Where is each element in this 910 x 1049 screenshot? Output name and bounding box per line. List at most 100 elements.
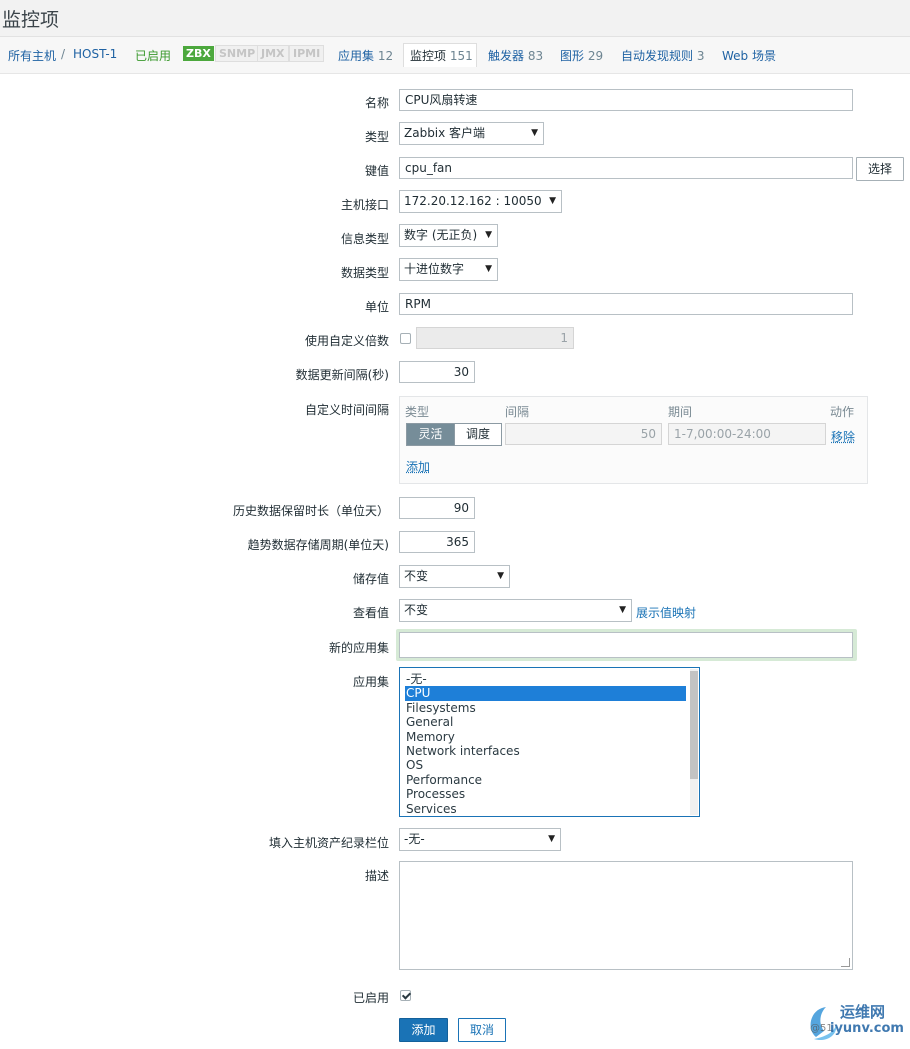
application-option[interactable]: Processes — [405, 787, 686, 802]
applications-label: 应用集 — [352, 675, 389, 689]
info-type-select-value: 数字 (无正负) — [404, 228, 478, 242]
nav-host-link[interactable]: HOST-1 — [73, 47, 117, 61]
interface-select-value: 172.20.12.162 : 10050 — [404, 194, 542, 208]
application-option-selected[interactable]: CPU — [405, 686, 686, 701]
applications-listbox[interactable]: -无- CPU Filesystems General Memory Netwo… — [399, 667, 700, 817]
name-input[interactable]: CPU风扇转速 — [399, 89, 853, 111]
inventory-label: 填入主机资产纪录栏位 — [268, 836, 389, 850]
custom-interval-remove-link[interactable]: 移除 — [831, 428, 855, 445]
nav-discovery-count: 3 — [696, 49, 705, 63]
data-type-select-value: 十进位数字 — [404, 262, 465, 276]
show-value-select[interactable]: 不变 ▼ — [399, 599, 632, 622]
show-value-select-value: 不变 — [404, 603, 429, 617]
watermark-domain: iyunv.com — [830, 1021, 904, 1036]
nav-discovery-label: 自动发现规则 — [621, 49, 694, 63]
show-value-mapping-link[interactable]: 展示值映射 — [636, 604, 696, 621]
nav-all-hosts-link[interactable]: 所有主机 — [8, 47, 56, 64]
type-select[interactable]: Zabbix 客户端 ▼ — [399, 122, 544, 145]
dropdown-arrow-icon: ▼ — [548, 834, 555, 844]
zbx-availability-badge: ZBX — [183, 46, 214, 61]
application-option[interactable]: Memory — [405, 730, 686, 745]
key-input[interactable]: cpu_fan — [399, 157, 853, 179]
custom-interval-delay-input[interactable]: 50 — [505, 423, 662, 445]
show-value-label: 查看值 — [352, 606, 389, 620]
add-button[interactable]: 添加 — [399, 1018, 448, 1042]
interface-select[interactable]: 172.20.12.162 : 10050 ▼ — [399, 190, 562, 213]
inventory-select-value: -无- — [404, 832, 425, 846]
nav-items-count: 151 — [449, 49, 473, 63]
dropdown-arrow-icon: ▼ — [619, 605, 626, 615]
resize-handle-icon[interactable] — [841, 958, 850, 967]
key-select-button[interactable]: 选择 — [856, 157, 904, 181]
store-value-select-value: 不变 — [404, 569, 429, 583]
ipmi-availability-badge: IPMI — [289, 45, 325, 62]
enabled-label: 已启用 — [352, 991, 389, 1005]
dropdown-arrow-icon: ▼ — [485, 264, 492, 274]
units-input[interactable]: RPM — [399, 293, 853, 315]
scheduling-interval-toggle[interactable]: 调度 — [454, 423, 502, 446]
custom-intervals-table: 类型 间隔 期间 动作 灵活 调度 50 1-7,00:00-24:00 移除 … — [399, 396, 868, 484]
application-option[interactable]: -无- — [405, 672, 686, 687]
nav-web-tab[interactable]: Web 场景 — [722, 47, 776, 64]
application-option[interactable]: Performance — [405, 773, 686, 788]
multiplier-input[interactable]: 1 — [416, 327, 574, 349]
key-label: 键值 — [364, 164, 389, 178]
snmp-availability-badge: SNMP — [215, 45, 260, 62]
application-option[interactable]: General — [405, 715, 686, 730]
data-type-label: 数据类型 — [340, 266, 389, 280]
nav-triggers-tab[interactable]: 触发器 83 — [488, 47, 543, 64]
multiplier-checkbox[interactable] — [400, 333, 411, 344]
application-option[interactable]: OS — [405, 758, 686, 773]
data-type-select[interactable]: 十进位数字 ▼ — [399, 258, 498, 281]
nav-discovery-tab[interactable]: 自动发现规则 3 — [621, 47, 704, 64]
custom-interval-add-link[interactable]: 添加 — [406, 458, 430, 475]
description-label: 描述 — [364, 869, 389, 883]
history-label: 历史数据保留时长（单位天） — [232, 504, 389, 518]
inventory-select[interactable]: -无- ▼ — [399, 828, 561, 851]
delay-input[interactable]: 30 — [399, 361, 475, 383]
name-label: 名称 — [364, 96, 389, 110]
type-select-value: Zabbix 客户端 — [404, 126, 486, 140]
application-option[interactable]: Filesystems — [405, 701, 686, 716]
nav-triggers-count: 83 — [527, 49, 544, 63]
watermark-title: 运维网 — [840, 1003, 886, 1021]
store-value-select[interactable]: 不变 ▼ — [399, 565, 510, 588]
interface-label: 主机接口 — [340, 198, 389, 212]
site-watermark: 运维网 @51 iyunv.com — [802, 999, 904, 1043]
trends-input[interactable]: 365 — [399, 531, 475, 553]
type-label: 类型 — [364, 130, 389, 144]
enabled-checkbox[interactable] — [400, 990, 411, 1001]
breadcrumb-separator: / — [61, 47, 66, 61]
store-value-label: 储存值 — [352, 572, 389, 586]
nav-graphs-count: 29 — [587, 49, 604, 63]
custom-intervals-label: 自定义时间间隔 — [304, 403, 389, 417]
nav-applications-tab[interactable]: 应用集 12 — [338, 47, 393, 64]
dropdown-arrow-icon: ▼ — [549, 196, 556, 206]
application-option[interactable]: Services — [405, 802, 686, 816]
dropdown-arrow-icon: ▼ — [497, 571, 504, 581]
new-application-input[interactable] — [399, 632, 853, 658]
application-option[interactable]: Network interfaces — [405, 744, 686, 759]
trends-label: 趋势数据存储周期(单位天) — [247, 538, 389, 552]
nav-items-label: 监控项 — [410, 49, 447, 63]
info-type-label: 信息类型 — [340, 232, 389, 246]
listbox-scroll-thumb[interactable] — [690, 671, 698, 779]
custom-intervals-type-header: 类型 — [405, 405, 430, 419]
custom-intervals-interval-header: 间隔 — [505, 405, 530, 419]
nav-graphs-label: 图形 — [560, 49, 585, 63]
info-type-select[interactable]: 数字 (无正负) ▼ — [399, 224, 498, 247]
flexible-interval-toggle[interactable]: 灵活 — [406, 423, 455, 446]
custom-interval-period-input[interactable]: 1-7,00:00-24:00 — [668, 423, 826, 445]
new-application-label: 新的应用集 — [328, 641, 389, 655]
description-textarea[interactable] — [399, 861, 853, 970]
history-input[interactable]: 90 — [399, 497, 475, 519]
nav-graphs-tab[interactable]: 图形 29 — [560, 47, 603, 64]
delay-label: 数据更新间隔(秒) — [295, 368, 389, 382]
host-status-enabled[interactable]: 已启用 — [135, 47, 171, 64]
cancel-button[interactable]: 取消 — [458, 1018, 506, 1042]
nav-triggers-label: 触发器 — [488, 49, 525, 63]
nav-items-tab[interactable]: 监控项 151 — [410, 47, 473, 64]
multiplier-label: 使用自定义倍数 — [304, 334, 389, 348]
custom-intervals-action-header: 动作 — [830, 405, 855, 419]
nav-applications-count: 12 — [377, 49, 394, 63]
